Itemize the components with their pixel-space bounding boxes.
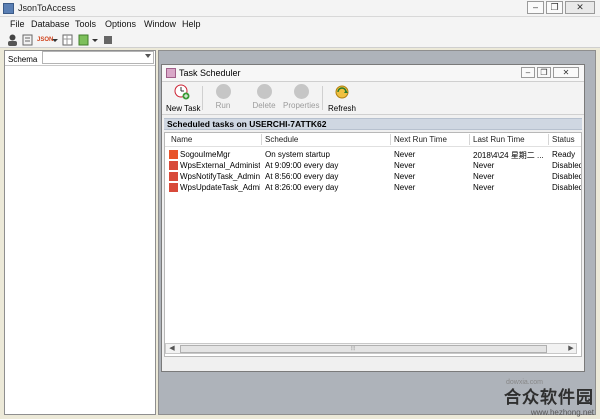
schema-pane (4, 50, 156, 415)
watermark-main: 合众软件园 (504, 388, 594, 407)
child-minimize-button[interactable]: – (521, 67, 535, 78)
task-schedule: On system startup (265, 150, 330, 159)
table-row[interactable]: SogouImeMgr On system startup Never 2018… (165, 149, 581, 160)
watermark-sub: www.hezhong.net (530, 408, 594, 417)
grid-icon[interactable] (62, 34, 73, 46)
task-name: WpsNotifyTask_Admini... (180, 172, 260, 181)
column-separator[interactable] (469, 134, 470, 145)
task-icon (169, 183, 178, 192)
column-header-next-run[interactable]: Next Run Time (394, 135, 447, 145)
menu-tools[interactable]: Tools (75, 19, 96, 29)
run-button[interactable]: Run (210, 84, 236, 114)
task-next-run: Never (394, 161, 416, 170)
menu-bar: File Database Tools Options Window Help (0, 17, 600, 32)
column-separator[interactable] (548, 134, 549, 145)
toolbar-divider (202, 86, 203, 110)
task-icon (169, 161, 178, 170)
properties-button[interactable]: Properties (283, 84, 319, 114)
json-icon[interactable]: JSON (37, 34, 53, 46)
column-header-status[interactable]: Status (552, 135, 575, 145)
user-icon[interactable] (7, 34, 18, 46)
scroll-right-icon[interactable]: ▶ (566, 345, 576, 353)
run-label: Run (215, 101, 231, 110)
column-header-last-run[interactable]: Last Run Time (473, 135, 525, 145)
task-schedule: At 8:56:00 every day (265, 172, 339, 181)
run-icon (215, 84, 231, 99)
refresh-icon (327, 84, 357, 102)
scroll-left-icon[interactable]: ◀ (167, 345, 177, 353)
table-row[interactable]: WpsUpdateTask_Admi... At 8:26:00 every d… (165, 182, 582, 193)
task-schedule: At 9:09:00 every day (265, 161, 339, 170)
task-last-run: Never (473, 172, 495, 181)
notes-icon[interactable] (22, 34, 33, 46)
task-status: Disabled (552, 183, 582, 192)
properties-label: Properties (283, 101, 320, 110)
delete-label: Delete (252, 101, 276, 110)
child-close-button[interactable]: ✕ (553, 67, 579, 78)
delete-icon (256, 84, 272, 99)
scheduled-tasks-header: Scheduled tasks on USERCHI-7ATTK62 (164, 118, 582, 130)
task-name: SogouImeMgr (180, 150, 231, 159)
tasks-table: Name Schedule Next Run Time Last Run Tim… (164, 132, 582, 357)
column-header-name[interactable]: Name (171, 135, 192, 145)
watermark: 合众软件园 www.hezhong.net (464, 383, 594, 417)
divider (5, 65, 155, 66)
new-task-label: New Task (166, 104, 201, 113)
app-title: JsonToAccess (18, 3, 76, 13)
minimize-button[interactable]: – (527, 1, 544, 14)
task-next-run: Never (394, 172, 416, 181)
properties-icon (293, 84, 309, 99)
schema-dropdown[interactable] (42, 51, 154, 64)
table-row[interactable]: WpsNotifyTask_Admini... At 8:56:00 every… (165, 171, 582, 182)
task-scheduler-titlebar: Task Scheduler – ❐ ✕ (162, 65, 584, 82)
app-icon (3, 3, 14, 14)
chevron-down-icon[interactable] (145, 54, 151, 58)
menu-file[interactable]: File (10, 19, 25, 29)
column-separator[interactable] (390, 134, 391, 145)
close-button[interactable]: ✕ (565, 1, 595, 14)
menu-database[interactable]: Database (31, 19, 70, 29)
menu-options[interactable]: Options (105, 19, 136, 29)
child-restore-button[interactable]: ❐ (537, 67, 551, 78)
table-row[interactable]: WpsExternal_Administ... At 9:09:00 every… (165, 160, 582, 171)
task-last-run: Never (473, 161, 495, 170)
task-scheduler-title: Task Scheduler (179, 68, 241, 78)
task-status: Ready (552, 150, 576, 159)
main-toolbar: JSON (0, 32, 600, 48)
toolbar-divider (322, 86, 323, 110)
column-separator[interactable] (261, 134, 262, 145)
task-schedule: At 8:26:00 every day (265, 183, 339, 192)
task-status: Disabled (552, 161, 582, 170)
task-next-run: Never (394, 150, 416, 159)
task-scheduler-window: Task Scheduler – ❐ ✕ New Task Run Delete… (161, 64, 585, 372)
task-last-run: Never (473, 183, 495, 192)
refresh-button[interactable]: Refresh (327, 84, 357, 114)
dropdown-arrow-icon[interactable] (52, 34, 58, 46)
dropdown-arrow-icon[interactable] (92, 34, 98, 46)
task-name: WpsExternal_Administ... (180, 161, 260, 170)
task-name: WpsUpdateTask_Admi... (180, 183, 260, 192)
task-icon (169, 150, 178, 159)
grip-icon: ⦙⦙⦙ (351, 346, 356, 352)
restore-button[interactable]: ❐ (546, 1, 563, 14)
schema-label: Schema (8, 55, 38, 64)
task-scheduler-icon (166, 68, 176, 78)
horizontal-scrollbar[interactable]: ◀ ⦙⦙⦙ ▶ (165, 343, 577, 354)
task-next-run: Never (394, 183, 416, 192)
app-titlebar: JsonToAccess – ❐ ✕ (0, 0, 600, 17)
new-task-button[interactable]: New Task (166, 84, 201, 114)
stop-icon[interactable] (103, 34, 112, 46)
task-icon (169, 172, 178, 181)
menu-window[interactable]: Window (144, 19, 176, 29)
scrollbar-thumb[interactable]: ⦙⦙⦙ (180, 345, 547, 353)
clock-add-icon (166, 84, 198, 102)
column-header-schedule[interactable]: Schedule (265, 135, 298, 145)
menu-help[interactable]: Help (182, 19, 201, 29)
task-toolbar: New Task Run Delete Properties Refresh (162, 82, 584, 115)
task-status: Disabled (552, 172, 582, 181)
header-divider (165, 146, 581, 147)
refresh-label: Refresh (327, 104, 356, 113)
delete-button[interactable]: Delete (250, 84, 278, 114)
table-icon[interactable] (78, 34, 89, 46)
